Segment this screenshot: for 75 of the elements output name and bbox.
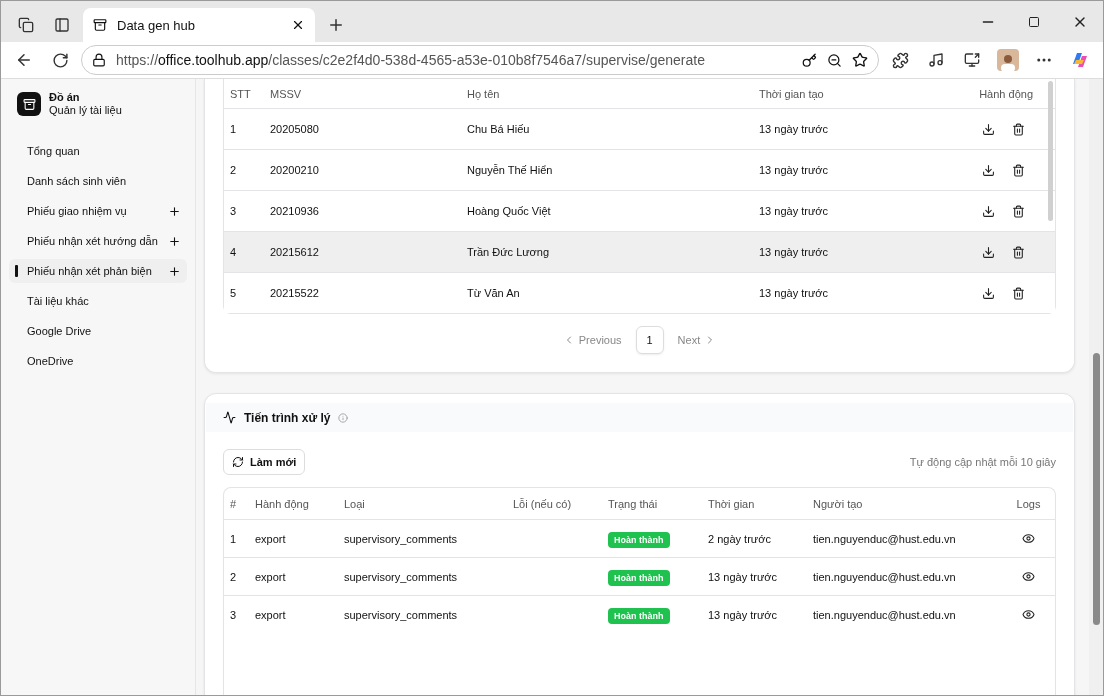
table-cell: supervisory_comments xyxy=(338,519,507,558)
sidebar-item[interactable]: Tổng quan xyxy=(9,139,187,163)
previous-link[interactable]: Previous xyxy=(558,330,626,350)
plus-icon[interactable] xyxy=(168,234,181,248)
browser-tab[interactable]: Data gen hub xyxy=(83,8,315,42)
page-icon xyxy=(93,18,107,32)
table-cell: 4 xyxy=(224,231,264,273)
table-cell: Chu Bá Hiếu xyxy=(461,108,753,150)
app-subtitle: Quản lý tài liệu xyxy=(49,104,122,117)
table-cell: 2 xyxy=(224,557,249,596)
sidebar-item[interactable]: Danh sách sinh viên xyxy=(9,169,187,193)
table-cell: export xyxy=(249,557,338,596)
next-link[interactable]: Next xyxy=(673,330,721,350)
sidebar-item[interactable]: Phiếu nhận xét hướng dẫn xyxy=(9,229,187,253)
column-header: Thời gian tạo xyxy=(753,79,898,109)
status-badge: Hoàn thành xyxy=(608,569,670,586)
table-cell: export xyxy=(249,519,338,558)
table-cell: Trần Đức Lương xyxy=(461,231,753,273)
table-cell: 1 xyxy=(224,108,264,150)
star-icon[interactable] xyxy=(852,52,868,68)
table-cell: 20200210 xyxy=(264,149,461,191)
card-title: Tiến trình xử lý xyxy=(244,410,331,425)
column-header: # xyxy=(224,488,249,520)
table-cell: 20210936 xyxy=(264,190,461,232)
column-header: Người tạo xyxy=(807,488,1003,520)
table-cell: 13 ngày trước xyxy=(753,108,898,150)
table-cell: 1 xyxy=(224,519,249,558)
column-header: STT xyxy=(224,79,264,109)
page-button[interactable]: 1 xyxy=(635,326,664,354)
refresh-button[interactable]: Làm mới xyxy=(223,449,306,475)
app-title: Đồ án xyxy=(49,91,81,104)
scrollbar[interactable] xyxy=(1048,81,1053,221)
column-header: MSSV xyxy=(264,79,461,109)
table-cell: tien.nguyenduc@hust.edu.vn xyxy=(807,557,1003,596)
status-badge: Hoàn thành xyxy=(608,607,670,624)
table-cell: 20205080 xyxy=(264,108,461,150)
table-cell: 2 xyxy=(224,149,264,191)
refresh-icon xyxy=(232,456,244,468)
status-badge: Hoàn thành xyxy=(608,531,670,548)
column-header: Trạng thái xyxy=(602,488,702,520)
sidebar-item[interactable]: Google Drive xyxy=(9,319,187,343)
auto-update-note: Tự động cập nhật mỗi 10 giây xyxy=(909,456,1056,468)
sidebar-item[interactable]: Phiếu nhận xét phản biện xyxy=(9,259,187,283)
column-header: Thời gian xyxy=(702,488,807,520)
column-header: Họ tên xyxy=(461,79,753,109)
table-cell: 13 ngày trước xyxy=(753,190,898,232)
table-cell: 13 ngày trước xyxy=(702,557,807,596)
scrollbar[interactable] xyxy=(1092,353,1100,625)
table-cell: 13 ngày trước xyxy=(753,149,898,191)
activity-icon xyxy=(223,411,236,424)
table-cell: 13 ngày trước xyxy=(753,231,898,273)
column-header: Lỗi (nếu có) xyxy=(507,488,602,520)
table-cell: tien.nguyenduc@hust.edu.vn xyxy=(807,519,1003,558)
table-cell: supervisory_comments xyxy=(338,557,507,596)
table-cell: Hoàng Quốc Việt xyxy=(461,190,753,232)
column-header: Loại xyxy=(338,488,507,520)
copilot-icon[interactable] xyxy=(1070,50,1090,70)
column-header: Logs xyxy=(1002,488,1055,520)
table-cell: 3 xyxy=(224,190,264,232)
sidebar-item[interactable]: Phiếu giao nhiệm vụ xyxy=(9,199,187,223)
zoom-out-icon[interactable] xyxy=(827,52,842,68)
close-icon[interactable] xyxy=(291,18,305,32)
lock-icon xyxy=(92,53,106,67)
table-cell: 5 xyxy=(224,272,264,313)
plus-icon[interactable] xyxy=(168,204,181,218)
table-cell: Nguyễn Thế Hiển xyxy=(461,149,753,191)
key-icon[interactable] xyxy=(802,52,817,68)
table-cell: 20215612 xyxy=(264,231,461,273)
avatar-icon[interactable] xyxy=(997,49,1019,71)
plus-icon[interactable] xyxy=(168,264,181,278)
sidebar-item[interactable]: OneDrive xyxy=(9,349,187,373)
column-header: Hành động xyxy=(249,488,338,520)
sidebar-item[interactable]: Tài liệu khác xyxy=(9,289,187,313)
table-cell: 2 ngày trước xyxy=(702,519,807,558)
logo-icon xyxy=(17,92,41,116)
